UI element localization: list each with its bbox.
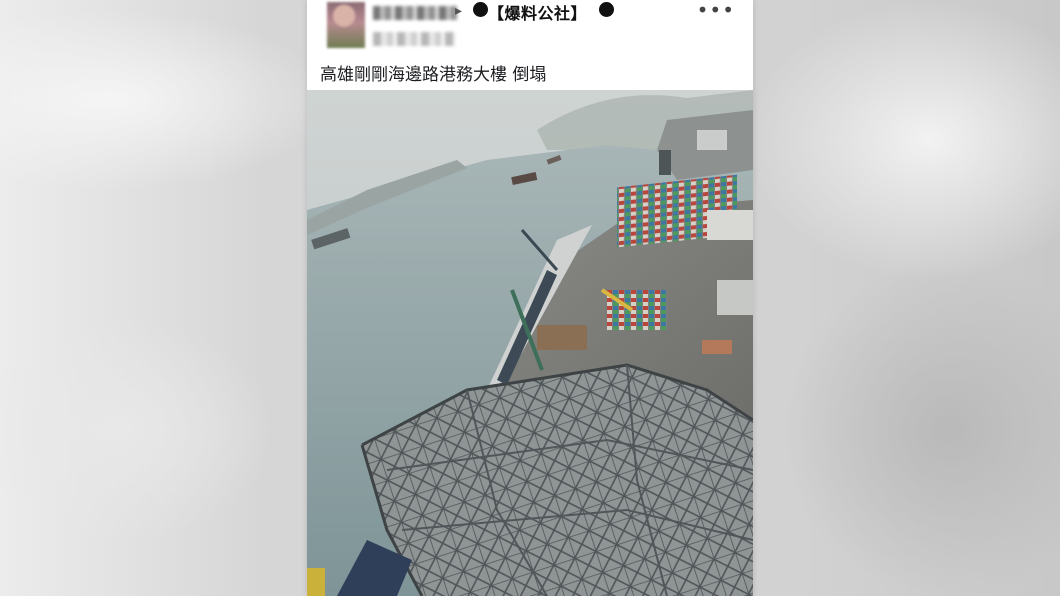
- black-dot-icon: [599, 2, 614, 17]
- post-text: 高雄剛剛海邊路港務大樓 倒塌: [320, 65, 547, 85]
- avatar[interactable]: [327, 2, 365, 48]
- blurred-user-name: [373, 6, 457, 20]
- post-photo[interactable]: [307, 90, 753, 596]
- black-dot-icon: [473, 2, 488, 17]
- ellipsis-icon[interactable]: •••: [697, 0, 735, 22]
- page-name-link[interactable]: 【爆料公社】: [488, 0, 587, 24]
- blurred-timestamp: [373, 32, 455, 46]
- triangle-arrow-icon: ▸: [455, 3, 463, 19]
- social-post-card: ▸ 【爆料公社】 ••• 高雄剛剛海邊路港務大樓 倒塌: [307, 0, 753, 596]
